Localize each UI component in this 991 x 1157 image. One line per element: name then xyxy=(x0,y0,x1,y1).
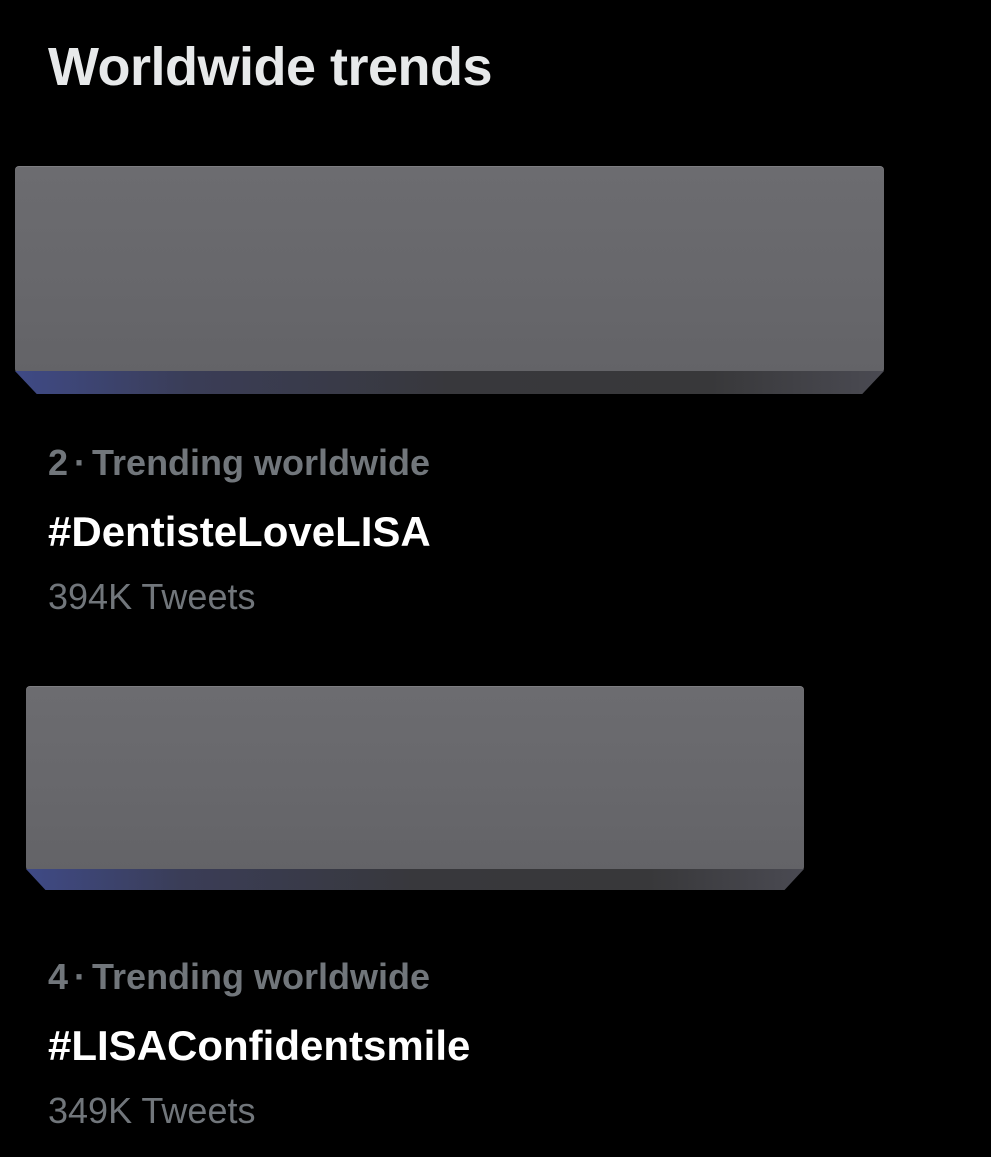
redaction-block xyxy=(15,166,884,394)
page-title: Worldwide trends xyxy=(48,37,493,97)
redaction-block xyxy=(26,686,804,890)
trend-rank: 2 xyxy=(48,442,69,483)
trend-tweet-count: 349K Tweets xyxy=(48,1090,256,1131)
separator-dot: · xyxy=(74,956,87,997)
trend-meta: 4 · Trending worldwide xyxy=(48,959,470,995)
trend-hashtag[interactable]: #LISAConfidentsmile xyxy=(48,1025,470,1067)
separator-dot: · xyxy=(74,442,87,483)
trend-item[interactable]: 2 · Trending worldwide #DentisteLoveLISA 3… xyxy=(48,445,431,615)
trend-meta: 2 · Trending worldwide xyxy=(48,445,431,481)
trend-context: Trending worldwide xyxy=(92,442,431,483)
trend-context: Trending worldwide xyxy=(92,956,431,997)
trend-hashtag[interactable]: #DentisteLoveLISA xyxy=(48,511,431,553)
trend-rank: 4 xyxy=(48,956,69,997)
trend-tweet-count: 394K Tweets xyxy=(48,576,256,617)
trend-item[interactable]: 4 · Trending worldwide #LISAConfidentsmile… xyxy=(48,959,470,1129)
